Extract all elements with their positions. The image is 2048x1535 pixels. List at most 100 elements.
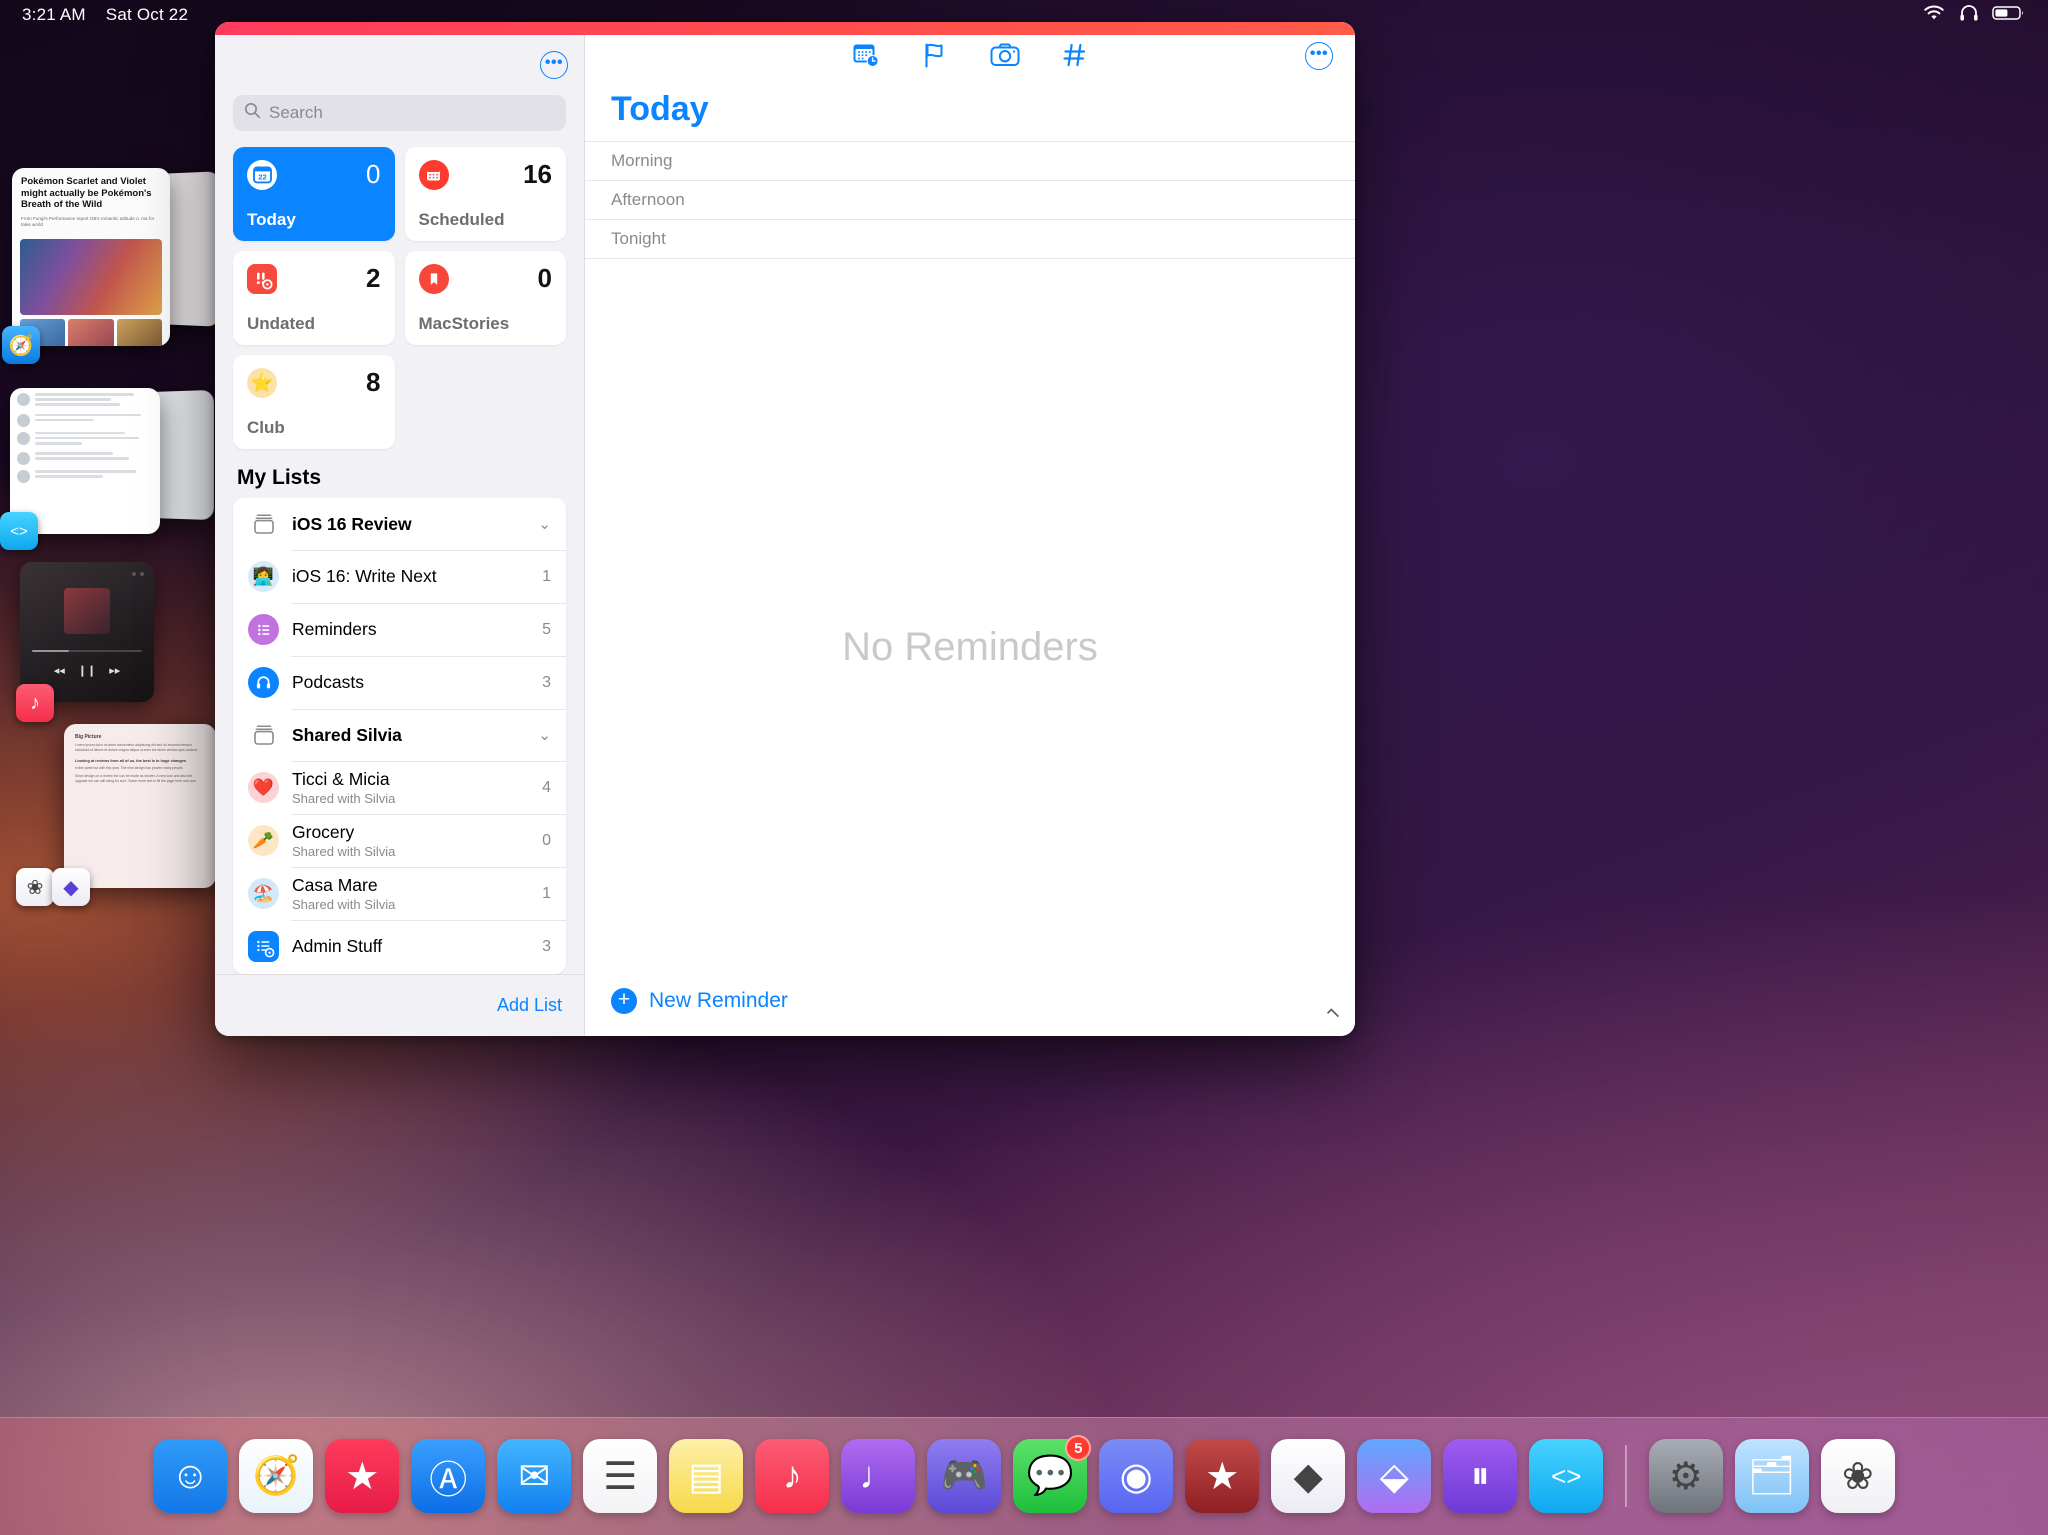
smart-list-macstories[interactable]: 0 MacStories <box>404 251 566 345</box>
list-gear-icon <box>248 931 279 962</box>
dock-app-notes[interactable]: ▤ <box>669 1439 744 1513</box>
smart-list-scheduled[interactable]: 16 Scheduled <box>404 147 566 241</box>
smart-list-count: 16 <box>523 159 552 189</box>
list-item-admin-stuff[interactable]: Admin Stuff 3 <box>233 920 566 973</box>
news-thumb-image-row <box>20 319 162 346</box>
dock-app-music[interactable]: ♪ <box>755 1439 830 1513</box>
photos-icon: ❀ <box>16 868 54 906</box>
dock-app-shortcuts[interactable]: ⬙ <box>1357 1439 1432 1513</box>
add-list-button[interactable]: Add List <box>497 995 562 1016</box>
smart-list-count: 2 <box>366 263 381 293</box>
files-icon: 🗂 <box>1747 1455 1796 1497</box>
app-thumbnail-music[interactable]: ◂◂ ❙❙ ▸▸ ♪ <box>12 562 212 722</box>
safari-icon: 🧭 <box>2 326 40 364</box>
dock-app-reeder[interactable]: ★ <box>1185 1439 1260 1513</box>
dock-app-mail[interactable]: ✉ <box>497 1439 572 1513</box>
list-bullet-icon <box>248 614 279 645</box>
textastic-icon: <> <box>0 512 38 550</box>
search-placeholder: Search <box>269 103 323 122</box>
new-reminder-button[interactable]: + New Reminder <box>611 988 788 1014</box>
search-input[interactable]: Search <box>233 95 566 131</box>
group-stack-icon <box>248 720 279 751</box>
dock-app-messages[interactable]: 💬 5 <box>1013 1435 1092 1513</box>
dock-app-discord[interactable]: ◉ <box>1099 1439 1174 1513</box>
list-title: Grocery <box>292 822 355 842</box>
calendar-22-icon: 22 <box>247 159 277 190</box>
list-count: 3 <box>542 937 551 955</box>
list-item-reminders[interactable]: Reminders 5 <box>233 603 566 656</box>
list-title: Reminders <box>292 619 377 639</box>
list-item-casa-mare[interactable]: 🏖️ Casa Mare Shared with Silvia 1 <box>233 867 566 920</box>
smart-list-count: 0 <box>537 263 552 293</box>
list-group-shared-silvia[interactable]: Shared Silvia ⌄ <box>233 709 566 761</box>
smart-list-label: Today <box>247 210 296 229</box>
dock-app-finder[interactable]: ☺ <box>153 1439 228 1513</box>
list-title: Admin Stuff <box>292 936 383 956</box>
heart-emoji: ❤️ <box>248 772 279 803</box>
dock-app-app-store[interactable]: Ⓐ <box>411 1439 486 1513</box>
dock-app-timery[interactable]: ⏸ <box>1443 1439 1518 1513</box>
camera-icon[interactable] <box>989 41 1021 74</box>
detail-pane: ••• Today Morning Afternoon Tonight No R… <box>585 22 1355 1036</box>
dock-app-arcade[interactable]: 🎮 <box>927 1439 1002 1513</box>
dock-app-files[interactable]: 🗂 <box>1734 1439 1809 1513</box>
section-header-morning: Morning <box>585 141 1355 181</box>
smart-list-undated[interactable]: 2 Undated <box>233 251 395 345</box>
dock-app-overcast[interactable]: ♩ <box>841 1439 916 1513</box>
dock-app-photos[interactable]: ❀ <box>1820 1439 1895 1513</box>
chevron-down-icon[interactable]: ⌄ <box>538 515 551 533</box>
shortcuts-icon: ⬙ <box>1379 1455 1409 1498</box>
list-count: 4 <box>542 778 551 796</box>
dock-app-craft[interactable]: ◆ <box>1271 1439 1346 1513</box>
list-item-ticci-micia[interactable]: ❤️ Ticci & Micia Shared with Silvia 4 <box>233 761 566 814</box>
my-lists-container: iOS 16 Review ⌄ 👩‍💻 iOS 16: Write Next 1… <box>233 498 566 974</box>
sidebar: ••• Search 22 0 Today 16 Scheduled 2 Und… <box>215 22 585 1036</box>
reminders-window[interactable]: ••• Search 22 0 Today 16 Scheduled 2 Und… <box>215 22 1355 1036</box>
flag-icon[interactable] <box>921 40 949 75</box>
list-title: Shared Silvia <box>292 724 402 745</box>
photos-icon: ❀ <box>1841 1455 1874 1498</box>
list-subtitle: Shared with Silvia <box>292 791 396 806</box>
dock-app-reminders[interactable]: ☰ <box>583 1439 658 1513</box>
craft-icon: ◆ <box>52 868 90 906</box>
list-item-grocery[interactable]: 🥕 Grocery Shared with Silvia 0 <box>233 814 566 867</box>
list-item-ios-16-write-next[interactable]: 👩‍💻 iOS 16: Write Next 1 <box>233 550 566 603</box>
headphones-icon <box>248 667 279 698</box>
arcade-icon: 🎮 <box>940 1455 988 1497</box>
battery-icon <box>1992 4 2026 27</box>
sidebar-more-button[interactable]: ••• <box>540 51 568 79</box>
detail-more-button[interactable]: ••• <box>1305 42 1333 70</box>
dock-separator <box>1625 1445 1627 1507</box>
calendar-clock-icon[interactable] <box>851 40 881 75</box>
list-group-ios-16-review[interactable]: iOS 16 Review ⌄ <box>233 498 566 550</box>
section-header-afternoon: Afternoon <box>585 181 1355 220</box>
group-stack-icon <box>248 509 279 540</box>
dock-app-textastic[interactable]: <> <box>1529 1439 1604 1513</box>
svg-text:22: 22 <box>258 173 266 182</box>
smart-list-label: MacStories <box>418 314 510 333</box>
music-icon: ♪ <box>16 684 54 722</box>
smart-list-label: Scheduled <box>418 210 505 229</box>
empty-state-text: No Reminders <box>842 625 1098 669</box>
page-title: Today <box>611 90 709 128</box>
smart-list-club[interactable]: ⭐ 8 Club <box>233 355 395 449</box>
smart-list-count: 0 <box>366 159 381 189</box>
dock-app-apple-tv[interactable]: ★ <box>325 1439 400 1513</box>
playback-controls: ◂◂ ❙❙ ▸▸ <box>53 665 121 678</box>
list-subtitle: Shared with Silvia <box>292 844 396 859</box>
exclamation-gear-icon <box>247 263 277 294</box>
music-icon: ♪ <box>782 1454 802 1497</box>
app-thumbnail-news[interactable]: Pokémon Scarlet and Violet might actuall… <box>0 168 224 368</box>
bookmark-icon <box>418 263 449 294</box>
mail-icon: ✉ <box>518 1455 551 1498</box>
chevron-down-icon[interactable]: ⌄ <box>538 726 551 744</box>
dock-app-settings[interactable]: ⚙ <box>1648 1439 1723 1513</box>
settings-icon: ⚙ <box>1668 1455 1703 1498</box>
list-item-podcasts[interactable]: Podcasts 3 <box>233 656 566 709</box>
smart-list-today[interactable]: 22 0 Today <box>233 147 395 241</box>
discord-icon: ◉ <box>1119 1455 1153 1498</box>
list-subtitle: Shared with Silvia <box>292 897 396 912</box>
hashtag-icon[interactable] <box>1061 40 1089 75</box>
dock-app-safari[interactable]: 🧭 <box>239 1439 314 1513</box>
app-thumbnail-social[interactable]: <> <box>0 388 222 550</box>
